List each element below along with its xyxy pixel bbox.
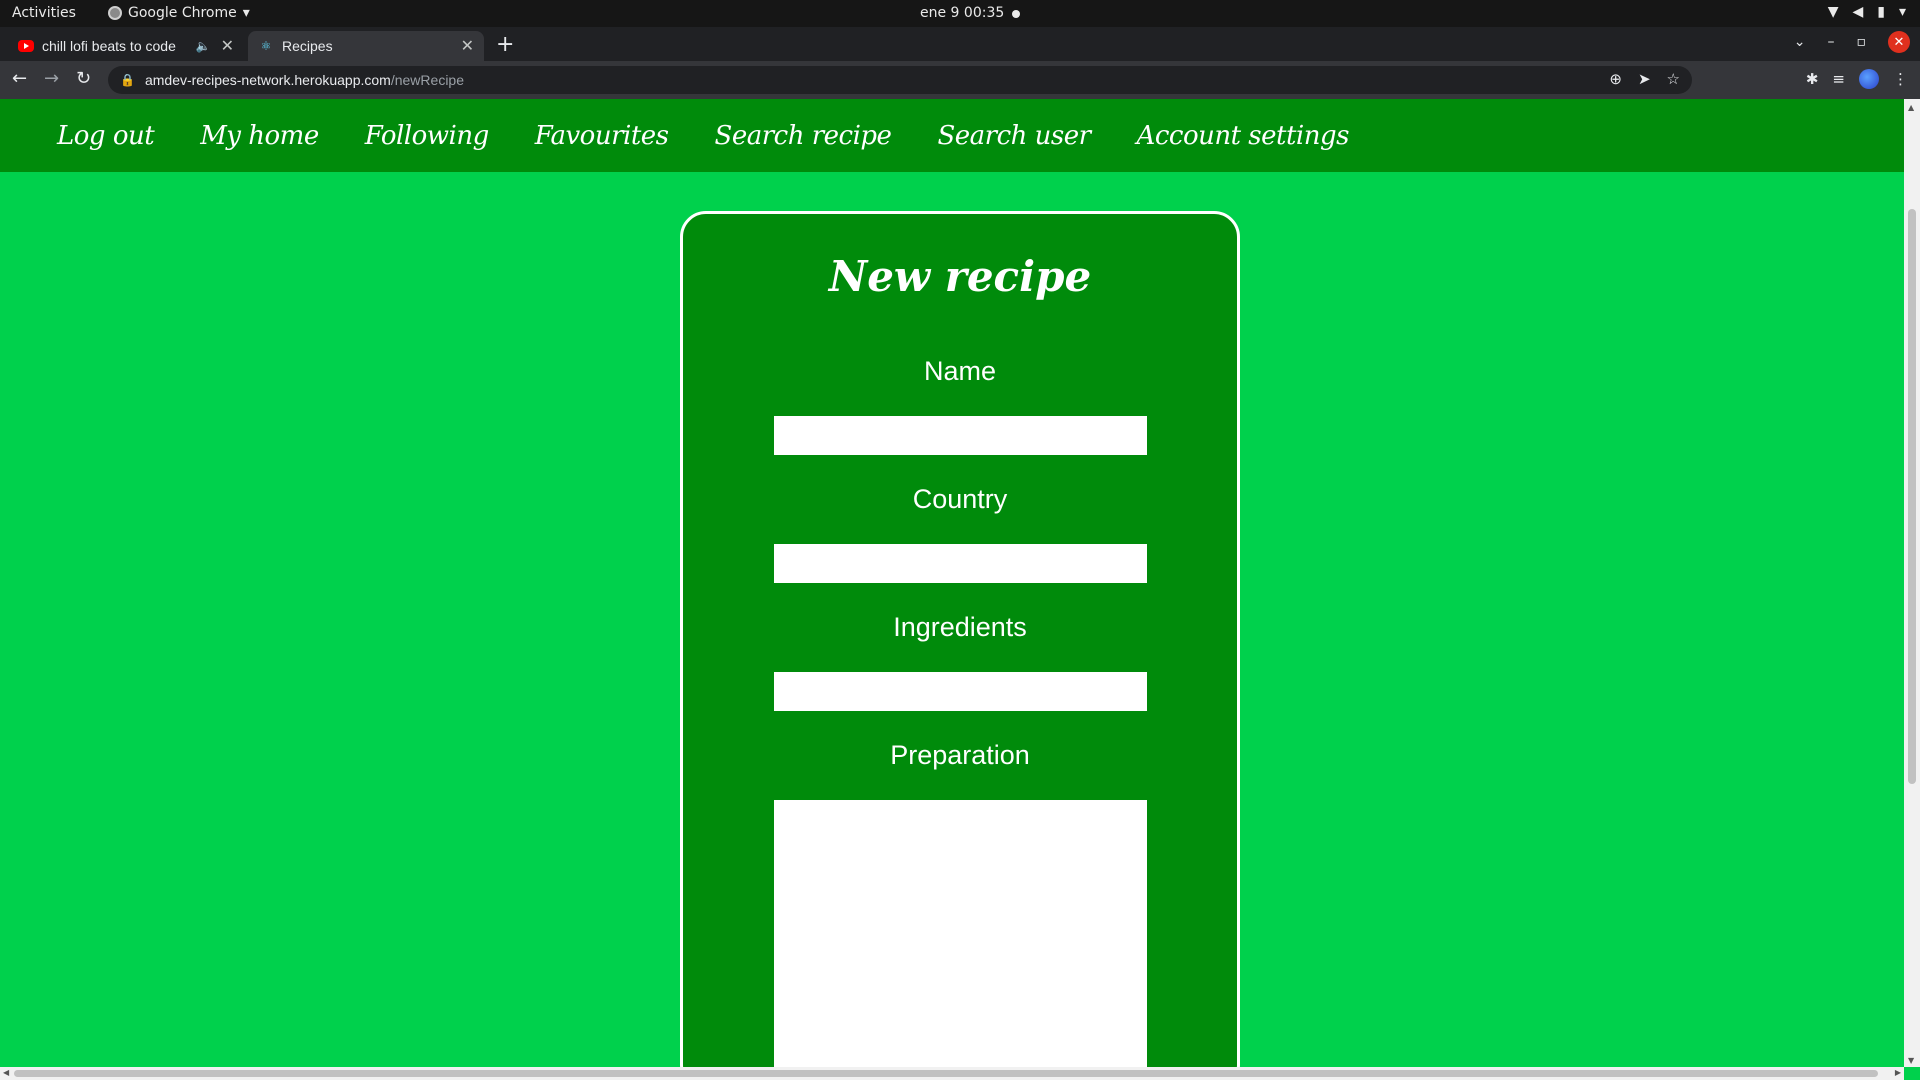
url-host: amdev-recipes-network.herokuapp.com [144,72,391,88]
browser-toolbar: ← → ↻ 🔒 amdev-recipes-network.herokuapp.… [0,61,1920,99]
back-button[interactable]: ← [12,68,27,89]
maximize-button[interactable]: ▫ [1857,34,1867,50]
window-controls: ⌄ – ▫ ✕ [1794,31,1910,53]
nav-my-home[interactable]: My home [200,121,319,151]
nav-favourites[interactable]: Favourites [535,121,669,151]
minimize-button[interactable]: – [1828,34,1835,50]
scroll-left-icon[interactable]: ◀ [3,1068,9,1077]
chevron-down-icon: ▾ [1898,4,1906,20]
recording-indicator-icon [1012,10,1020,18]
chevron-down-icon: ▾ [242,5,250,21]
activities-button[interactable]: Activities [12,5,76,21]
nav-search-recipe[interactable]: Search recipe [715,121,892,151]
wifi-icon: ▼ [1827,4,1839,20]
scroll-up-icon[interactable]: ▲ [1908,103,1914,112]
form-title: New recipe [828,252,1092,301]
tab-strip: chill lofi beats to code 🔈 ✕ ⚛ Recipes ✕ [0,27,1920,61]
audio-playing-icon[interactable]: 🔈 [196,39,211,53]
close-window-button[interactable]: ✕ [1888,31,1910,53]
menu-kebab-icon[interactable]: ⋮ [1893,70,1908,88]
react-icon: ⚛ [260,39,272,53]
youtube-icon [18,40,34,52]
tab-youtube[interactable]: chill lofi beats to code 🔈 ✕ [8,31,244,61]
country-input[interactable] [774,544,1147,583]
app-menu-label: Google Chrome [128,5,237,21]
new-tab-button[interactable]: + [496,32,514,57]
scroll-down-icon[interactable]: ▼ [1908,1056,1914,1065]
preparation-textarea[interactable] [774,800,1147,1080]
nav-following[interactable]: Following [365,121,490,151]
forward-button[interactable]: → [44,68,59,89]
send-icon[interactable]: ➤ [1638,70,1651,88]
extensions-puzzle-icon[interactable]: ✱ [1806,70,1819,88]
scrollbar-thumb[interactable] [1908,209,1916,784]
lock-icon[interactable]: 🔒 [120,73,135,87]
media-queue-icon[interactable]: ≡ [1832,70,1845,88]
chrome-icon [108,6,122,20]
nav-log-out[interactable]: Log out [57,121,155,151]
name-input[interactable] [774,416,1147,455]
url-path: /newRecipe [390,72,464,88]
tab-title: Recipes [282,38,333,54]
system-tray[interactable]: ▼ ◀ ▮ ▾ [1828,4,1906,20]
nav-account-settings[interactable]: Account settings [1137,121,1350,151]
app-menu[interactable]: Google Chrome ▾ [108,5,250,21]
close-icon[interactable]: ✕ [461,36,474,56]
extension-area: ✱ ≡ ⋮ [1806,69,1908,89]
country-label: Country [912,484,1008,514]
tab-title: chill lofi beats to code [42,38,176,54]
volume-icon: ◀ [1852,4,1864,20]
profile-avatar[interactable] [1859,69,1879,89]
horizontal-scrollbar[interactable]: ◀ ▶ [0,1067,1904,1080]
nav-search-user[interactable]: Search user [937,121,1091,151]
omnibox-actions: ⊕ ➤ ☆ [1609,70,1680,88]
os-top-bar: Activities Google Chrome ▾ ene 9 00:35 ▼… [0,0,1920,27]
clock[interactable]: ene 9 00:35 [920,5,1004,21]
zoom-icon[interactable]: ⊕ [1609,70,1622,88]
ingredients-input[interactable] [774,672,1147,711]
preparation-label: Preparation [890,740,1030,770]
bookmark-star-icon[interactable]: ☆ [1667,70,1680,88]
battery-icon: ▮ [1877,4,1885,20]
tab-recipes[interactable]: ⚛ Recipes ✕ [248,31,484,61]
scroll-right-icon[interactable]: ▶ [1895,1068,1901,1077]
close-icon[interactable]: ✕ [221,36,234,56]
scrollbar-thumb[interactable] [14,1070,1878,1077]
reload-button[interactable]: ↻ [76,68,91,89]
new-recipe-form: New recipe Name Country Ingredients Prep… [680,211,1240,1080]
name-label: Name [923,356,997,386]
address-bar[interactable]: 🔒 amdev-recipes-network.herokuapp.com/ne… [108,66,1692,94]
ingredients-label: Ingredients [893,612,1027,642]
vertical-scrollbar[interactable]: ▲ ▼ [1904,99,1920,1067]
site-nav: Log out My home Following Favourites Sea… [0,99,1904,172]
tab-search-icon[interactable]: ⌄ [1794,34,1806,50]
